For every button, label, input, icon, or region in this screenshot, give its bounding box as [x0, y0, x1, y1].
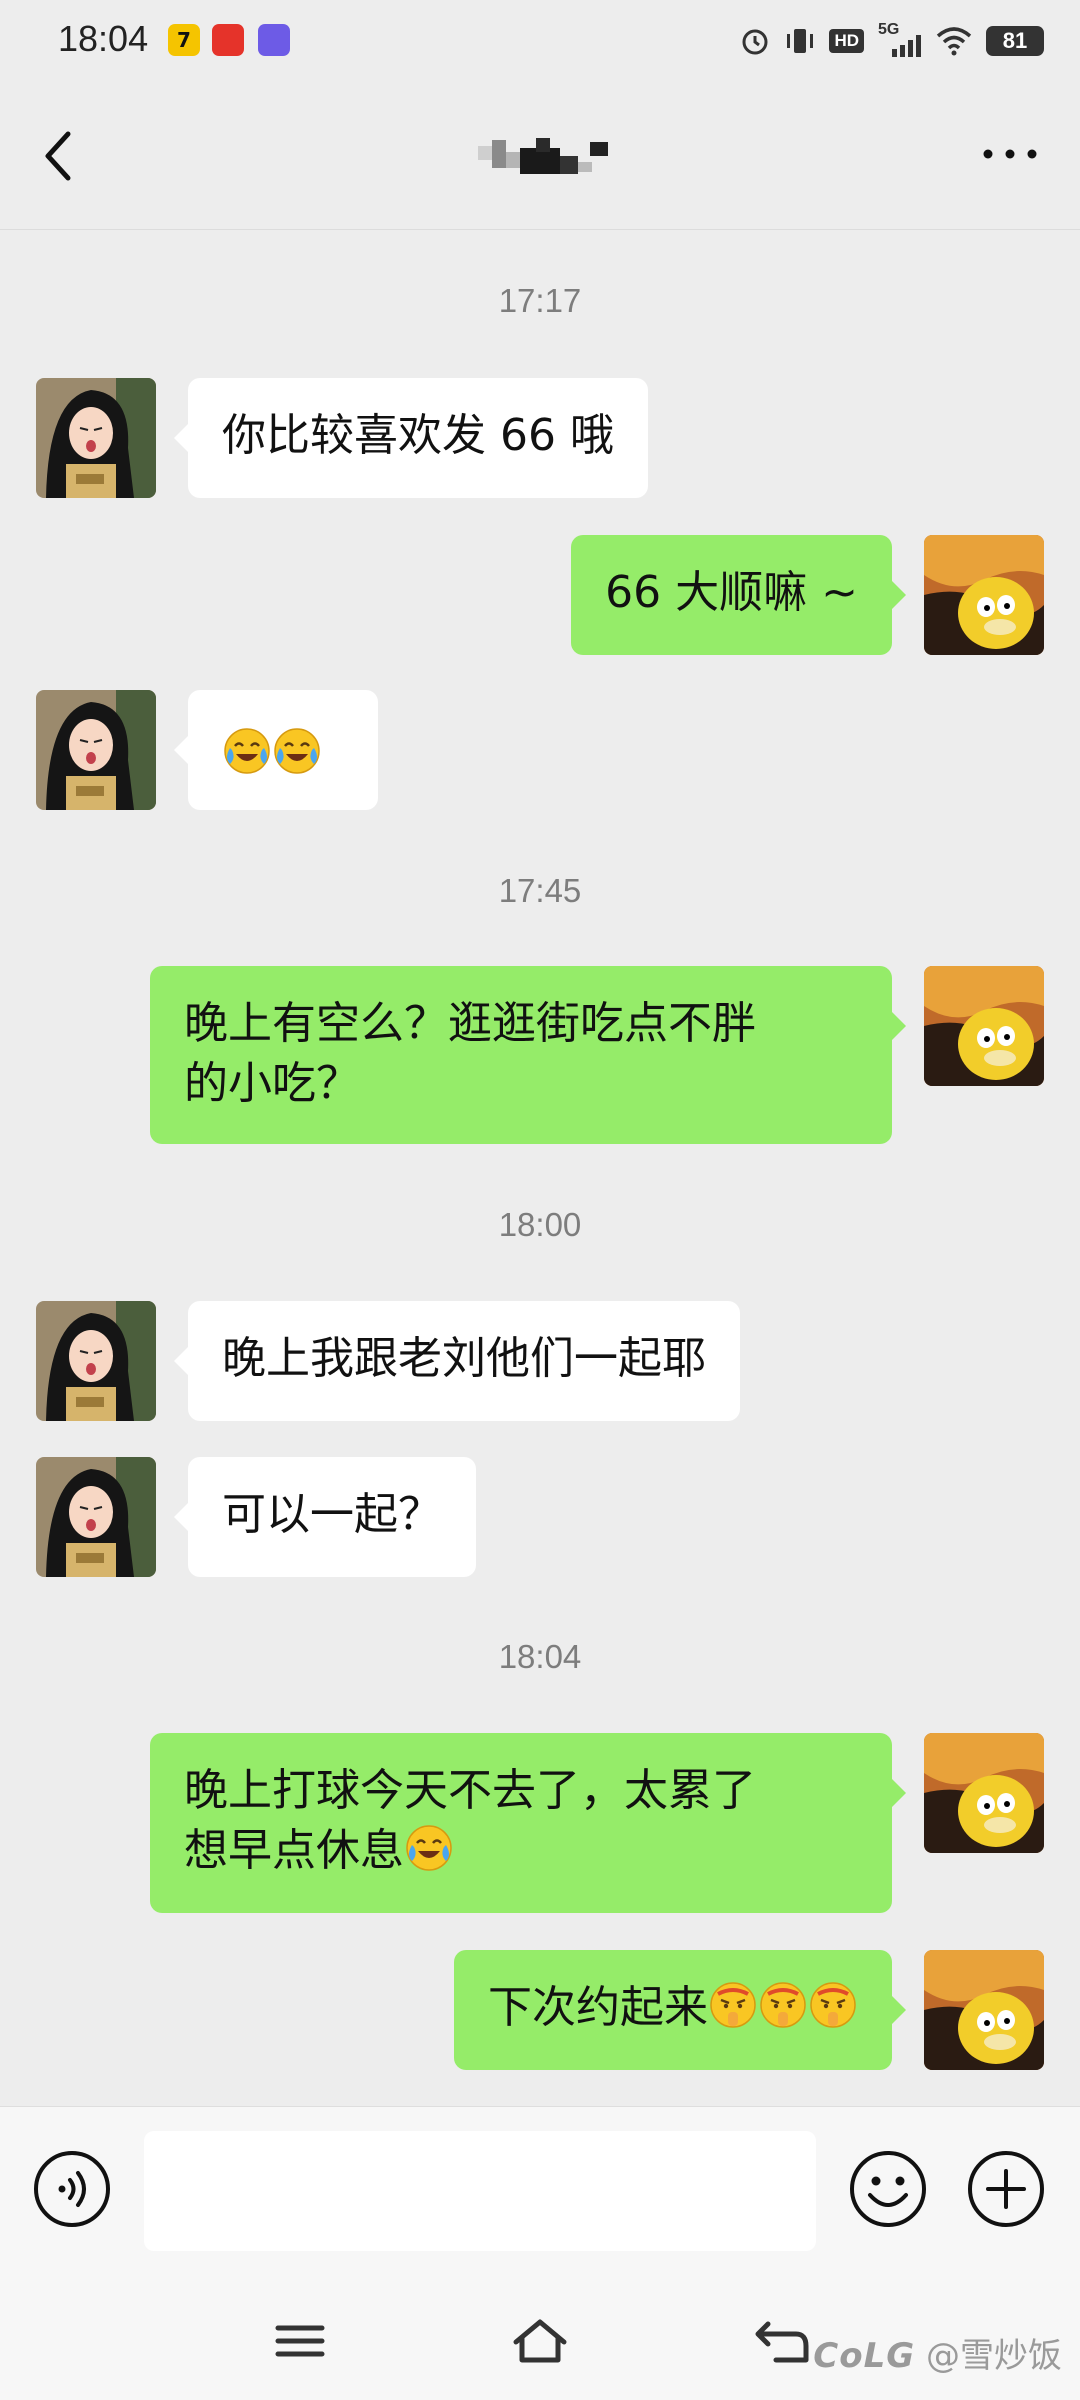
timestamp: 17:17 — [498, 282, 582, 319]
contact-avatar[interactable] — [36, 690, 156, 810]
timestamp: 17:45 — [498, 872, 582, 909]
message-text-line: 晚上有空么？逛逛街吃点不胖 — [184, 998, 756, 1049]
message-text-line: 晚上打球今天不去了，太累了 — [184, 1765, 756, 1816]
message-bubble-received[interactable]: 可以一起？ — [174, 1457, 476, 1577]
shushing-face-icon — [758, 1980, 808, 2030]
status-time: 18:04 — [58, 18, 149, 59]
my-avatar[interactable] — [924, 1950, 1044, 2070]
more-icon[interactable] — [980, 142, 1040, 166]
chat-title — [478, 138, 608, 174]
message-text: 下次约起来 — [488, 1982, 708, 2033]
input-bar — [0, 2106, 1080, 2276]
app-7-icon: 7 — [168, 24, 200, 56]
message-bubble-sent[interactable]: 晚上有空么？逛逛街吃点不胖 的小吃？ — [150, 966, 906, 1144]
shushing-face-icon — [808, 1980, 858, 2030]
timestamp: 18:04 — [498, 1638, 582, 1675]
message-bubble-sent[interactable]: 下次约起来 — [454, 1950, 906, 2070]
back-arrow-icon[interactable] — [752, 2316, 812, 2366]
chevron-left-icon[interactable] — [36, 126, 82, 186]
contact-avatar[interactable] — [36, 1301, 156, 1421]
contact-avatar[interactable] — [36, 378, 156, 498]
timestamp: 18:00 — [498, 1206, 582, 1243]
message-input[interactable] — [144, 2131, 816, 2251]
plus-icon[interactable] — [966, 2149, 1046, 2229]
menu-icon[interactable] — [270, 2316, 330, 2366]
message-text-line: 的小吃？ — [184, 1058, 360, 1109]
signal-icon: 5G — [878, 21, 922, 57]
my-avatar[interactable] — [924, 535, 1044, 655]
message-bubble-sent[interactable]: 晚上打球今天不去了，太累了 想早点休息 — [150, 1733, 906, 1913]
message-bubble-received[interactable] — [174, 690, 378, 810]
system-navigation-bar: CoLG @雪炒饭 — [0, 2276, 1080, 2400]
message-text: 你比较喜欢发 66 哦 — [222, 410, 614, 461]
status-indicators: HD 5G 81 — [739, 21, 1044, 60]
contact-avatar[interactable] — [36, 1457, 156, 1577]
hd-icon: HD — [829, 29, 864, 53]
watermark: CoLG @雪炒饭 — [813, 2328, 1062, 2377]
message-bubble-sent[interactable]: 66 大顺嘛 ~ — [571, 535, 906, 655]
face-with-tears-of-joy-icon — [404, 1823, 454, 1873]
message-bubble-received[interactable]: 你比较喜欢发 66 哦 — [174, 378, 648, 498]
message-text: 可以一起？ — [222, 1489, 442, 1540]
chat-header — [0, 80, 1080, 230]
status-bar: 18:04 7 HD 5G 81 — [0, 0, 1080, 80]
vibrate-icon — [787, 29, 814, 53]
watermark-logo: CoLG — [813, 2336, 916, 2376]
battery-icon: 81 — [986, 26, 1044, 56]
message-text: 66 大顺嘛 ~ — [605, 567, 858, 618]
voice-icon[interactable] — [32, 2149, 112, 2229]
alarm-icon — [742, 29, 768, 55]
face-with-tears-of-joy-icon — [222, 726, 272, 776]
my-avatar[interactable] — [924, 966, 1044, 1086]
app-purple-icon — [258, 24, 290, 56]
face-with-tears-of-joy-icon — [272, 726, 322, 776]
message-text-line: 想早点休息 — [184, 1825, 404, 1876]
watermark-text: @雪炒饭 — [926, 2336, 1062, 2376]
message-text: 晚上我跟老刘他们一起耶 — [222, 1333, 706, 1384]
my-avatar[interactable] — [924, 1733, 1044, 1853]
home-icon[interactable] — [510, 2316, 570, 2366]
wifi-icon — [936, 27, 972, 56]
message-bubble-received[interactable]: 晚上我跟老刘他们一起耶 — [174, 1301, 740, 1421]
smiley-icon[interactable] — [848, 2149, 928, 2229]
app-red-icon — [212, 24, 244, 56]
shushing-face-icon — [708, 1980, 758, 2030]
